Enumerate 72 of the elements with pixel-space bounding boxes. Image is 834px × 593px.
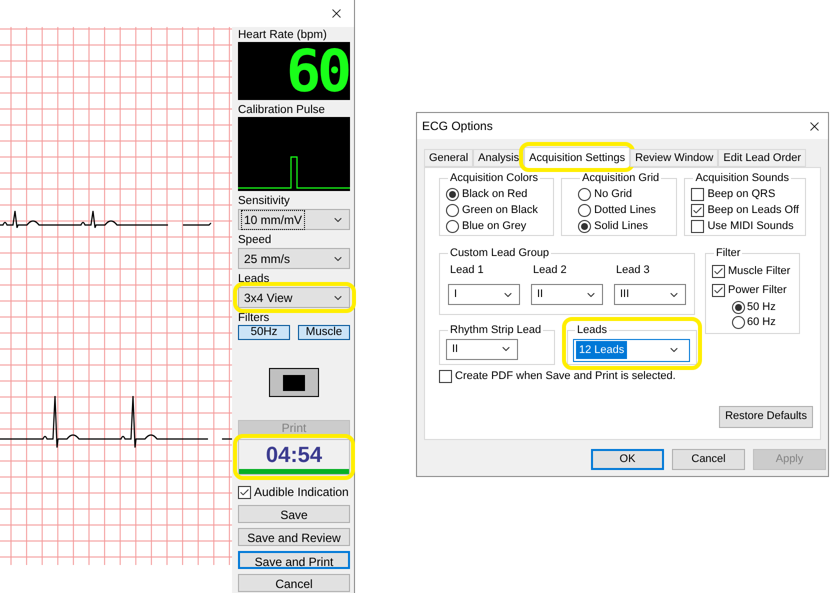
tab[interactable]: Analysis <box>473 149 524 167</box>
checkbox-label: Audible Indication <box>254 484 349 501</box>
restore-defaults-button[interactable]: Restore Defaults <box>719 406 813 428</box>
lead-label: Lead 3 <box>615 262 651 278</box>
checkbox[interactable] <box>712 264 725 278</box>
group-title: Filter <box>715 246 742 261</box>
group-title: Acquisition Sounds <box>694 171 790 186</box>
dropdown[interactable]: III <box>614 284 686 305</box>
radio-label: Blue on Grey <box>462 219 526 234</box>
checkbox-label: Use MIDI Sounds <box>707 219 794 234</box>
checkbox-label: Muscle Filter <box>728 264 790 279</box>
dropdown[interactable]: I <box>448 284 520 305</box>
radio-label: 60 Hz <box>747 314 776 330</box>
checkbox-label: Power Filter <box>728 282 787 298</box>
checkbox[interactable] <box>691 220 704 233</box>
checkbox[interactable] <box>712 284 725 296</box>
radio-button[interactable] <box>446 220 459 233</box>
filters-label: Filters <box>238 311 270 325</box>
tab[interactable]: Review Window <box>630 149 718 167</box>
filter-toggle[interactable]: 50Hz <box>238 325 290 340</box>
radio-button[interactable] <box>578 220 592 233</box>
calibration-label: Calibration Pulse <box>238 103 326 117</box>
dropdown[interactable]: II <box>446 338 518 360</box>
radio-button[interactable] <box>732 316 745 328</box>
radio-button[interactable] <box>446 188 459 201</box>
checkbox[interactable] <box>691 188 704 201</box>
field-label: Speed <box>238 233 272 247</box>
group-title: Leads <box>576 323 608 338</box>
window-title: ECG Options <box>422 118 493 135</box>
button[interactable]: Save <box>238 505 350 523</box>
timer-value: 04:54 <box>266 442 322 467</box>
checkbox-label: Create PDF when Save and Print is selected. <box>455 369 676 384</box>
checkbox[interactable] <box>691 204 704 217</box>
checkbox-label: Beep on QRS <box>707 187 776 202</box>
field-label: Sensitivity <box>238 194 291 208</box>
dropdown[interactable]: 10 mm/mV <box>238 209 350 230</box>
button[interactable]: Save and Print <box>238 551 350 569</box>
group-title: Rhythm Strip Lead <box>449 323 542 338</box>
radio-label: Black on Red <box>462 187 528 202</box>
checkbox[interactable] <box>238 486 251 498</box>
button[interactable]: Cancel <box>238 574 350 592</box>
radio-label: Dotted Lines <box>594 203 656 218</box>
radio-label: Solid Lines <box>594 219 648 234</box>
button[interactable]: Cancel <box>672 449 745 470</box>
tab[interactable]: Acquisition Settings <box>524 147 630 168</box>
tab[interactable]: Edit Lead Order <box>718 149 806 167</box>
radio-button[interactable] <box>578 188 592 201</box>
dropdown[interactable]: 3x4 View <box>238 287 350 308</box>
field-label: Leads <box>238 272 270 286</box>
heart-rate-label: Heart Rate (bpm) <box>238 28 328 42</box>
checkbox[interactable] <box>439 370 452 383</box>
radio-label: No Grid <box>594 187 632 202</box>
filter-toggle[interactable]: Muscle <box>298 325 350 340</box>
radio-button[interactable] <box>732 300 745 314</box>
radio-label: 50 Hz <box>747 300 776 315</box>
radio-button[interactable] <box>578 204 592 217</box>
group-title: Acquisition Grid <box>581 171 660 186</box>
group-title: Custom Lead Group <box>449 246 550 261</box>
stop-button[interactable] <box>269 368 319 397</box>
lead-label: Lead 2 <box>532 262 568 278</box>
dropdown[interactable]: 25 mm/s <box>238 248 350 269</box>
group-title: Acquisition Colors <box>449 171 540 186</box>
heart-rate-value: 60 <box>286 42 348 100</box>
checkbox-label: Beep on Leads Off <box>707 203 799 218</box>
lead-label: Lead 1 <box>449 262 485 278</box>
radio-label: Green on Black <box>462 203 538 218</box>
dropdown[interactable]: II <box>531 284 603 305</box>
button[interactable]: OK <box>591 449 664 470</box>
tab[interactable]: General <box>424 149 474 167</box>
radio-button[interactable] <box>446 204 459 217</box>
button[interactable]: Save and Review <box>238 528 350 546</box>
square-icon <box>283 374 305 390</box>
